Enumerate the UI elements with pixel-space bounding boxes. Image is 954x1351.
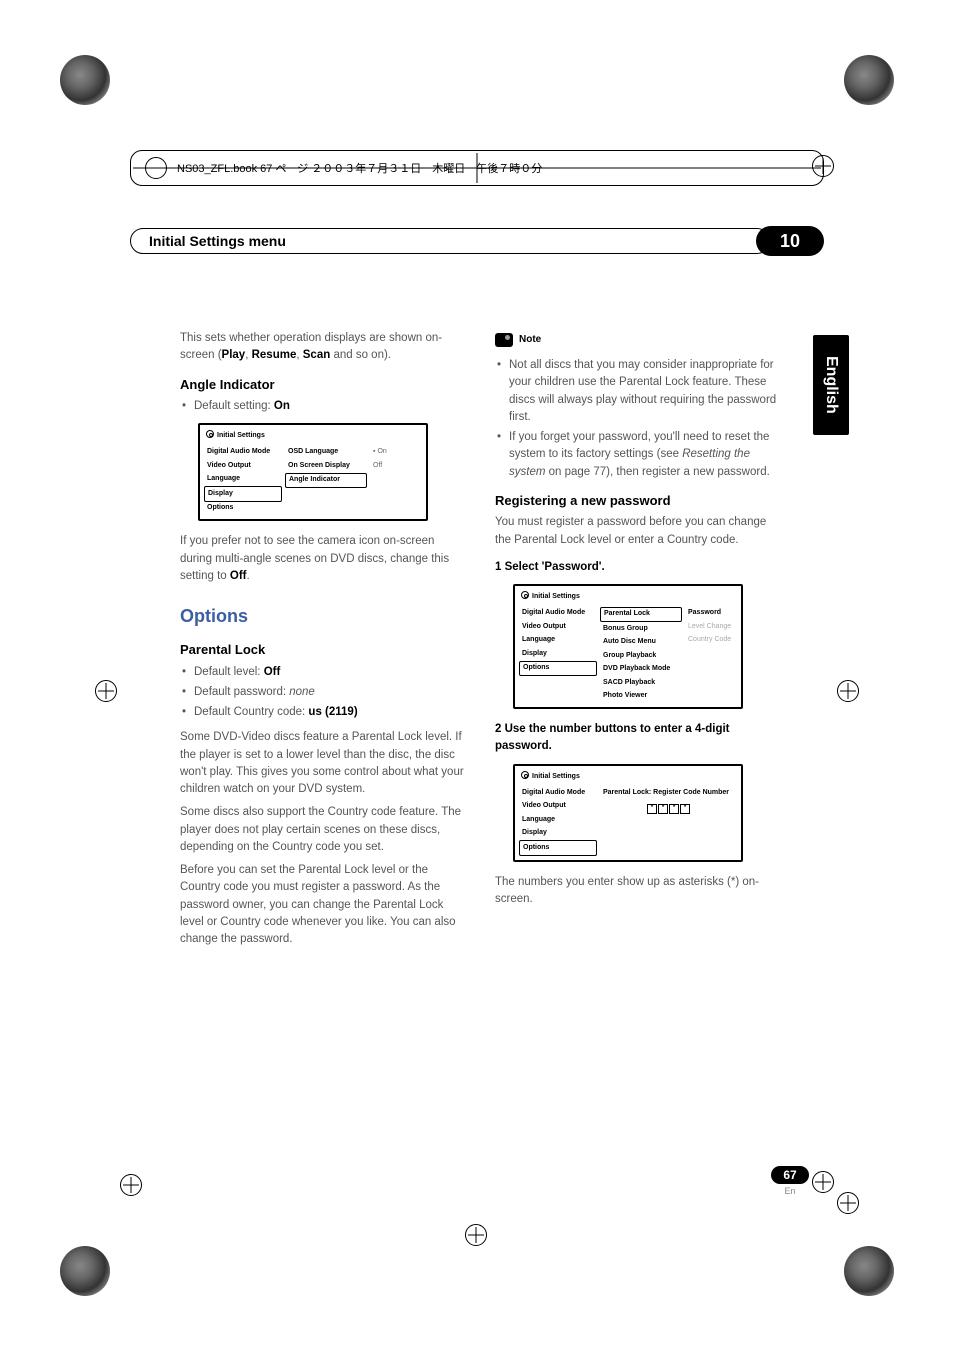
angle-indicator-heading: Angle Indicator: [180, 375, 465, 395]
registering-body: You must register a password before you …: [495, 514, 780, 549]
document-header: NS03_ZFL.book 67 ページ ２００３年７月３１日 木曜日 午後７時…: [130, 150, 824, 186]
parental-p3: Before you can set the Parental Lock lev…: [180, 862, 465, 948]
angle-body: If you prefer not to see the camera icon…: [180, 533, 465, 585]
note-item: Not all discs that you may consider inap…: [495, 357, 780, 426]
crosshair-icon: [120, 1174, 142, 1196]
page-number: 67 En: [771, 1166, 809, 1196]
decoration-bl: [60, 1246, 110, 1296]
disc-icon: [521, 771, 529, 779]
section-title-bar: Initial Settings menu: [130, 228, 770, 254]
registering-heading: Registering a new password: [495, 491, 780, 511]
left-column: This sets whether operation displays are…: [180, 330, 465, 954]
disc-icon: [206, 430, 214, 438]
parental-lock-heading: Parental Lock: [180, 640, 465, 660]
decoration-tl: [60, 55, 110, 105]
chapter-number: 10: [756, 226, 824, 256]
note-tag: Note: [495, 332, 541, 347]
crosshair-icon: [837, 680, 859, 702]
note-icon: [495, 333, 513, 347]
parental-p2: Some discs also support the Country code…: [180, 804, 465, 856]
asterisk-note: The numbers you enter show up as asteris…: [495, 874, 780, 909]
section-title: Initial Settings menu: [149, 233, 286, 249]
settings-menu-password: Initial Settings Digital Audio Mode Vide…: [513, 584, 743, 709]
options-heading: Options: [180, 603, 465, 630]
intro-text: This sets whether operation displays are…: [180, 330, 465, 365]
language-tab: English: [813, 335, 849, 435]
note-item: If you forget your password, you'll need…: [495, 429, 780, 481]
settings-menu-display: Initial Settings Digital Audio Mode Vide…: [198, 423, 428, 521]
crosshair-icon: [95, 680, 117, 702]
right-column: Note Not all discs that you may consider…: [495, 330, 780, 954]
decoration-br: [844, 1246, 894, 1296]
step-1: 1 Select 'Password'.: [495, 559, 780, 576]
disc-icon: [521, 591, 529, 599]
crosshair-icon: [145, 157, 167, 179]
parental-p1: Some DVD-Video discs feature a Parental …: [180, 729, 465, 798]
crosshair-icon: [837, 1192, 859, 1214]
settings-menu-register: Initial Settings Digital Audio Mode Vide…: [513, 764, 743, 862]
crosshair-icon: [812, 1171, 834, 1193]
default-setting-item: Default setting: On: [180, 398, 465, 415]
decoration-tr: [844, 55, 894, 105]
crosshair-icon: [465, 1224, 487, 1246]
step-2: 2 Use the number buttons to enter a 4-di…: [495, 721, 780, 756]
main-content: This sets whether operation displays are…: [180, 330, 780, 954]
password-dots: ****: [600, 804, 737, 814]
